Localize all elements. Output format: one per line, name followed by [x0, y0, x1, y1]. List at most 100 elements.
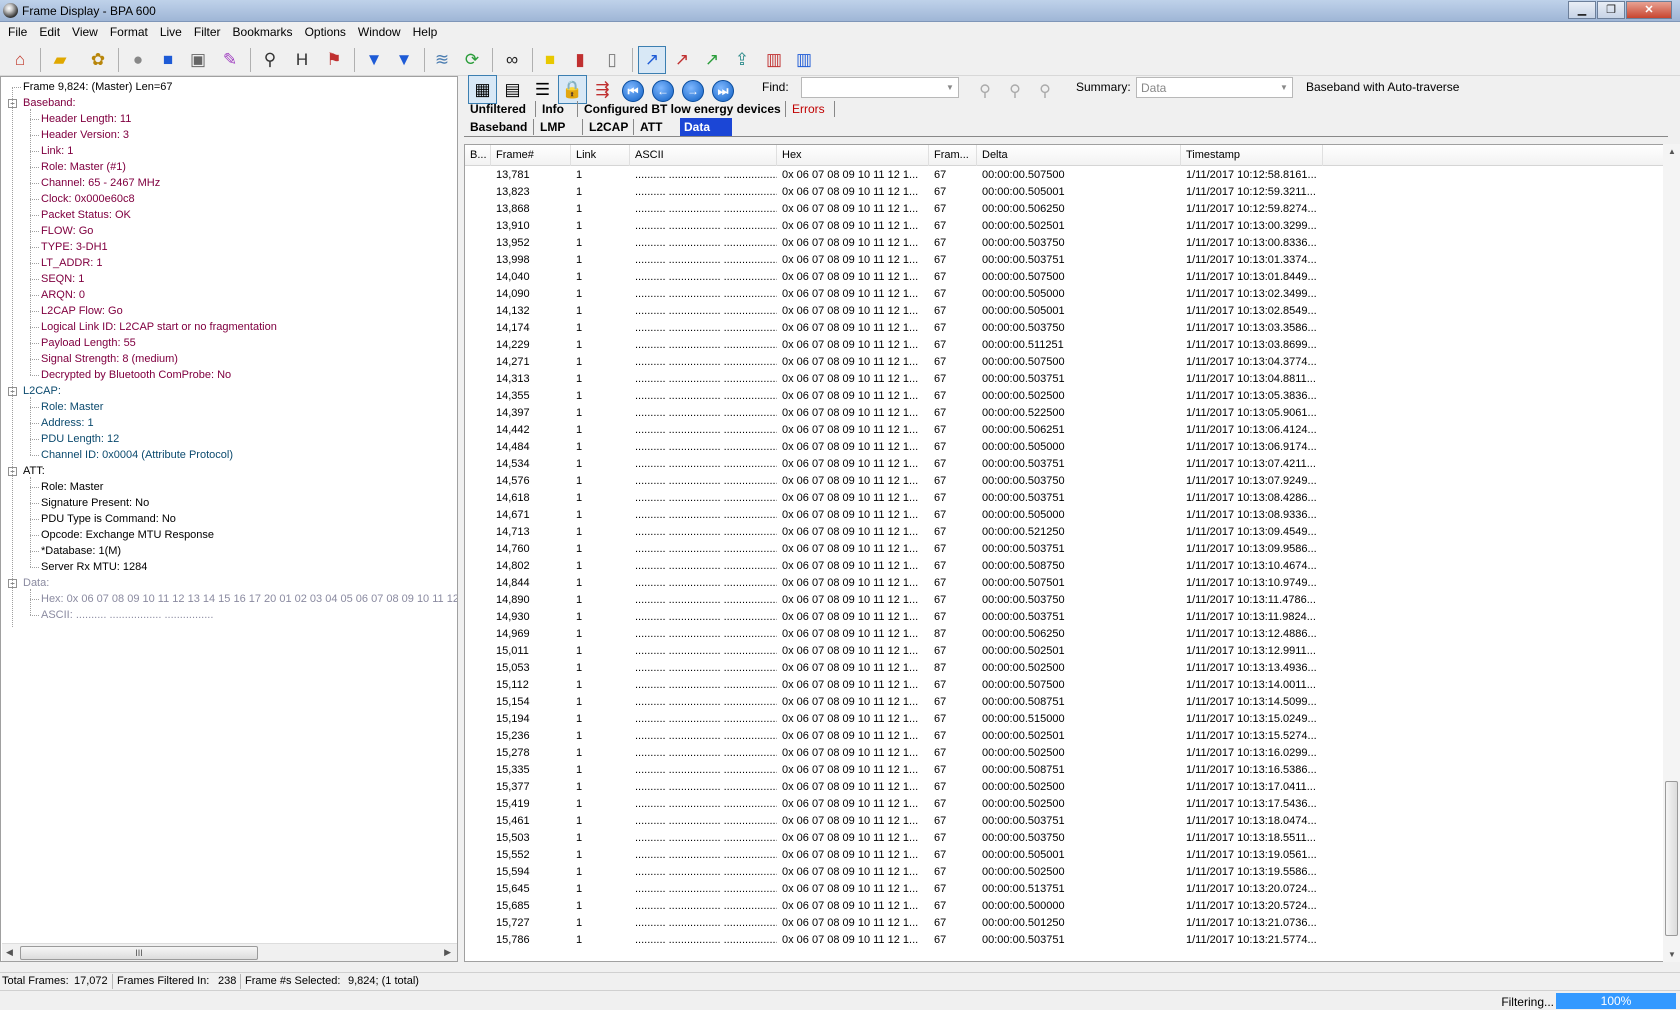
table-row[interactable]: 15,011 1 .......... ................. ....… — [465, 643, 1665, 660]
restore-button[interactable]: ❐ — [1597, 1, 1625, 19]
menu-window[interactable]: Window — [352, 22, 407, 42]
summary-select[interactable]: Data ▼ — [1136, 77, 1293, 98]
tab-l2cap[interactable]: L2CAP — [585, 118, 632, 136]
zoom-in-icon[interactable]: ⚲ — [972, 78, 998, 104]
scroll-down-arrow-icon[interactable]: ▼ — [1668, 950, 1676, 959]
table-row[interactable]: 14,576 1 .......... ................. ....… — [465, 473, 1665, 490]
reload-capture-icon[interactable]: ✿ — [84, 46, 112, 74]
menu-filter[interactable]: Filter — [188, 22, 227, 42]
scroll-up-arrow-icon[interactable]: ▲ — [1668, 147, 1676, 156]
table-row[interactable]: 14,313 1 .......... ................. ....… — [465, 371, 1665, 388]
table-row[interactable]: 14,969 1 .......... ................. ....… — [465, 626, 1665, 643]
bar-chart-icon[interactable]: ▥ — [760, 46, 788, 74]
menu-live[interactable]: Live — [154, 22, 188, 42]
table-row[interactable]: 15,194 1 .......... ................. ....… — [465, 711, 1665, 728]
clear-icon[interactable]: ✎ — [216, 46, 244, 74]
col-hex[interactable]: Hex — [777, 145, 929, 166]
chart-line-icon[interactable]: ↗ — [638, 46, 666, 74]
table-row[interactable]: 14,671 1 .......... ................. ....… — [465, 507, 1665, 524]
table-row[interactable]: 14,484 1 .......... ................. ....… — [465, 439, 1665, 456]
table-row[interactable]: 13,868 1 .......... ................. ....… — [465, 201, 1665, 218]
zoom-out-icon[interactable]: ⚲ — [1002, 78, 1028, 104]
tab-errors[interactable]: Errors — [788, 100, 829, 118]
last-frame-icon[interactable]: ⏭ — [712, 80, 734, 102]
scrollbar-thumb[interactable] — [1665, 781, 1678, 936]
table-row[interactable]: 14,271 1 .......... ................. ....… — [465, 354, 1665, 371]
header-icon[interactable]: H — [288, 46, 316, 74]
search-icon[interactable]: ⚲ — [256, 46, 284, 74]
table-row[interactable]: 14,890 1 .......... ................. ....… — [465, 592, 1665, 609]
prev-frame-icon[interactable]: ← — [652, 80, 674, 102]
save-icon[interactable]: ▣ — [184, 46, 212, 74]
table-row[interactable]: 14,090 1 .......... ................. ....… — [465, 286, 1665, 303]
table-row[interactable]: 15,461 1 .......... ................. ....… — [465, 813, 1665, 830]
table-row[interactable]: 15,154 1 .......... ................. ....… — [465, 694, 1665, 711]
first-frame-icon[interactable]: ⏮ — [622, 80, 644, 102]
table-row[interactable]: 15,112 1 .......... ................. ....… — [465, 677, 1665, 694]
tab-lmp[interactable]: LMP — [536, 118, 569, 136]
table-row[interactable]: 15,786 1 .......... ................. ....… — [465, 932, 1665, 949]
minimize-button[interactable]: ▁ — [1568, 1, 1596, 19]
event-icon[interactable]: ⚑ — [320, 46, 348, 74]
col-frame-number[interactable]: Frame# — [491, 145, 571, 166]
tab-info[interactable]: Info — [538, 100, 568, 118]
table-row[interactable]: 14,930 1 .......... ................. ....… — [465, 609, 1665, 626]
scroll-left-arrow-icon[interactable]: ◀ — [6, 947, 13, 958]
table-row[interactable]: 15,419 1 .......... ................. ....… — [465, 796, 1665, 813]
table-row[interactable]: 15,377 1 .......... ................. ....… — [465, 779, 1665, 796]
tab-data[interactable]: Data — [680, 118, 732, 136]
scroll-right-arrow-icon[interactable]: ▶ — [444, 947, 451, 958]
tab-att[interactable]: ATT — [636, 118, 666, 136]
next-frame-icon[interactable]: → — [682, 80, 704, 102]
col-ascii[interactable]: ASCII — [630, 145, 777, 166]
table-row[interactable]: 14,618 1 .......... ................. ....… — [465, 490, 1665, 507]
table-row[interactable]: 14,397 1 .......... ................. ....… — [465, 405, 1665, 422]
find-binoculars-icon[interactable]: ∞ — [498, 46, 526, 74]
chart-red-icon[interactable]: ↗ — [668, 46, 696, 74]
layers-icon[interactable]: ≋ — [428, 46, 456, 74]
tree-horizontal-scrollbar[interactable]: ◀ III ▶ — [2, 943, 457, 961]
menu-edit[interactable]: Edit — [33, 22, 66, 42]
chevron-down-icon[interactable]: ▼ — [1276, 78, 1292, 97]
menu-help[interactable]: Help — [407, 22, 444, 42]
chevron-down-icon[interactable]: ▼ — [942, 78, 958, 97]
table-row[interactable]: 15,685 1 .......... ................. ....… — [465, 898, 1665, 915]
menu-file[interactable]: File — [2, 22, 33, 42]
col-delta[interactable]: Delta — [977, 145, 1181, 166]
table-row[interactable]: 14,844 1 .......... ................. ....… — [465, 575, 1665, 592]
table-row[interactable]: 14,760 1 .......... ................. ....… — [465, 541, 1665, 558]
table-row[interactable]: 14,713 1 .......... ................. ....… — [465, 524, 1665, 541]
decoder-tree-pane[interactable]: Frame 9,824: (Master) Len=67− Baseband: He… — [0, 76, 458, 962]
col-frame-size[interactable]: Fram... — [929, 145, 977, 166]
menu-options[interactable]: Options — [299, 22, 352, 42]
export-icon[interactable]: ⇪ — [728, 46, 756, 74]
chart-green-icon[interactable]: ↗ — [698, 46, 726, 74]
table-row[interactable]: 14,355 1 .......... ................. ....… — [465, 388, 1665, 405]
table-row[interactable]: 13,998 1 .......... ................. ....… — [465, 252, 1665, 269]
menu-view[interactable]: View — [66, 22, 104, 42]
table-row[interactable]: 14,802 1 .......... ................. ....… — [465, 558, 1665, 575]
table-row[interactable]: 14,174 1 .......... ................. ....… — [465, 320, 1665, 337]
table-row[interactable]: 15,645 1 .......... ................. ....… — [465, 881, 1665, 898]
frame-table[interactable]: B... Frame# Link ASCII Hex Fram... Delta… — [464, 144, 1680, 962]
note-icon[interactable]: ■ — [536, 46, 564, 74]
col-link[interactable]: Link — [571, 145, 630, 166]
table-row[interactable]: 15,503 1 .......... ................. ....… — [465, 830, 1665, 847]
tab-baseband[interactable]: Baseband — [466, 118, 531, 136]
table-row[interactable]: 15,236 1 .......... ................. ....… — [465, 728, 1665, 745]
book-icon[interactable]: ▮ — [566, 46, 594, 74]
table-row[interactable]: 14,534 1 .......... ................. ....… — [465, 456, 1665, 473]
filter-icon[interactable]: ▼ — [360, 46, 388, 74]
col-bookmark[interactable]: B... — [465, 145, 491, 166]
close-button[interactable]: ✕ — [1626, 1, 1672, 19]
table-row[interactable]: 15,552 1 .......... ................. ....… — [465, 847, 1665, 864]
table-row[interactable]: 14,442 1 .......... ................. ....… — [465, 422, 1665, 439]
table-row[interactable]: 13,910 1 .......... ................. ....… — [465, 218, 1665, 235]
tab-unfiltered[interactable]: Unfiltered — [466, 100, 530, 118]
bar-chart2-icon[interactable]: ▥ — [790, 46, 818, 74]
table-row[interactable]: 14,040 1 .......... ................. ....… — [465, 269, 1665, 286]
table-row[interactable]: 15,335 1 .......... ................. ....… — [465, 762, 1665, 779]
table-vertical-scrollbar[interactable]: ▲ ▼ — [1663, 144, 1680, 962]
table-row[interactable]: 13,823 1 .......... ................. ....… — [465, 184, 1665, 201]
filter-add-icon[interactable]: ▼ — [390, 46, 418, 74]
